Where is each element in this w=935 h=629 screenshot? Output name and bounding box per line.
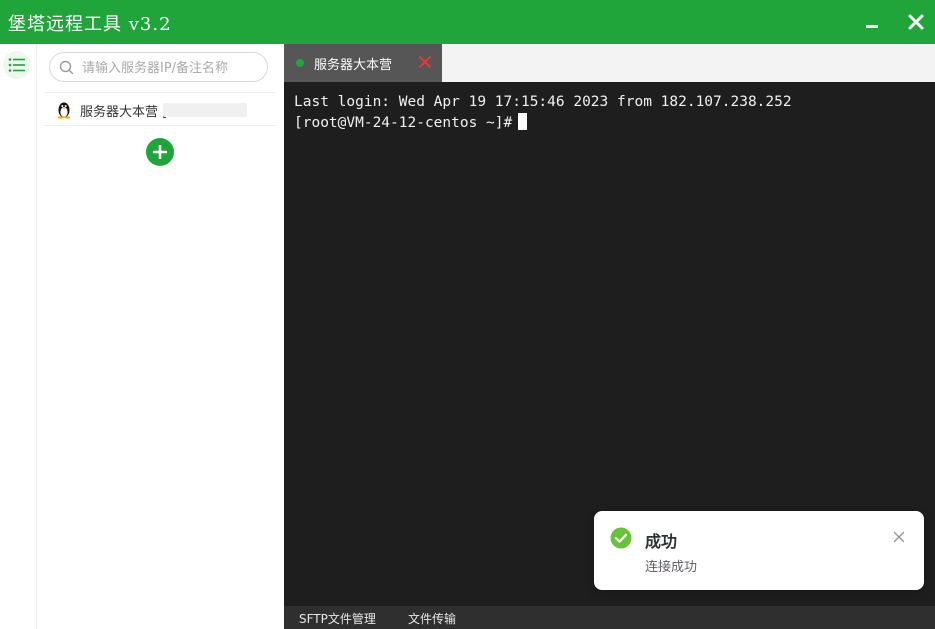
close-icon bbox=[908, 14, 924, 30]
plus-icon bbox=[153, 145, 167, 159]
close-red-icon[interactable] bbox=[418, 55, 432, 69]
tab-sftp[interactable]: SFTP文件管理 bbox=[299, 610, 376, 627]
toast-title: 成功 bbox=[645, 532, 678, 551]
tab-server[interactable]: 服务器大本营 bbox=[284, 44, 442, 82]
title-bar: 堡塔远程工具 v3.2 bbox=[0, 0, 935, 44]
connection-status-dot bbox=[296, 59, 304, 67]
search-input[interactable] bbox=[80, 53, 264, 83]
terminal-cursor bbox=[518, 113, 528, 130]
add-server-button[interactable] bbox=[146, 138, 174, 166]
terminal-prompt-line: [root@VM-24-12-centos ~]# bbox=[294, 113, 528, 131]
success-check-icon bbox=[610, 527, 632, 549]
server-list-item[interactable]: 服务器大本营 [ bbox=[44, 92, 276, 126]
minimize-button[interactable] bbox=[857, 7, 887, 37]
session-tabs: 服务器大本营 bbox=[284, 44, 935, 82]
left-rail bbox=[0, 44, 37, 629]
tab-label: 服务器大本营 bbox=[314, 58, 393, 73]
toast-close-icon[interactable] bbox=[893, 531, 905, 543]
server-item-label: 服务器大本营 [ bbox=[80, 105, 168, 120]
toast-message: 连接成功 bbox=[645, 560, 698, 575]
search-icon bbox=[59, 60, 74, 75]
minimize-icon bbox=[866, 25, 878, 28]
search-box bbox=[49, 52, 268, 83]
list-menu-icon bbox=[8, 58, 25, 72]
terminal-prompt: [root@VM-24-12-centos ~]# bbox=[294, 115, 513, 131]
linux-penguin-icon bbox=[57, 102, 71, 119]
tab-file-transfer[interactable]: 文件传输 bbox=[408, 610, 456, 627]
redacted-ip bbox=[163, 103, 247, 117]
terminal-line: Last login: Wed Apr 19 17:15:46 2023 fro… bbox=[294, 94, 792, 110]
server-list-menu-button[interactable] bbox=[3, 51, 31, 79]
server-sidebar: 服务器大本营 [ bbox=[37, 44, 285, 629]
close-window-button[interactable] bbox=[901, 7, 931, 37]
success-toast: 成功 连接成功 bbox=[594, 511, 924, 590]
bottom-tabs: SFTP文件管理 文件传输 bbox=[284, 606, 935, 629]
window-title: 堡塔远程工具 v3.2 bbox=[8, 14, 172, 35]
